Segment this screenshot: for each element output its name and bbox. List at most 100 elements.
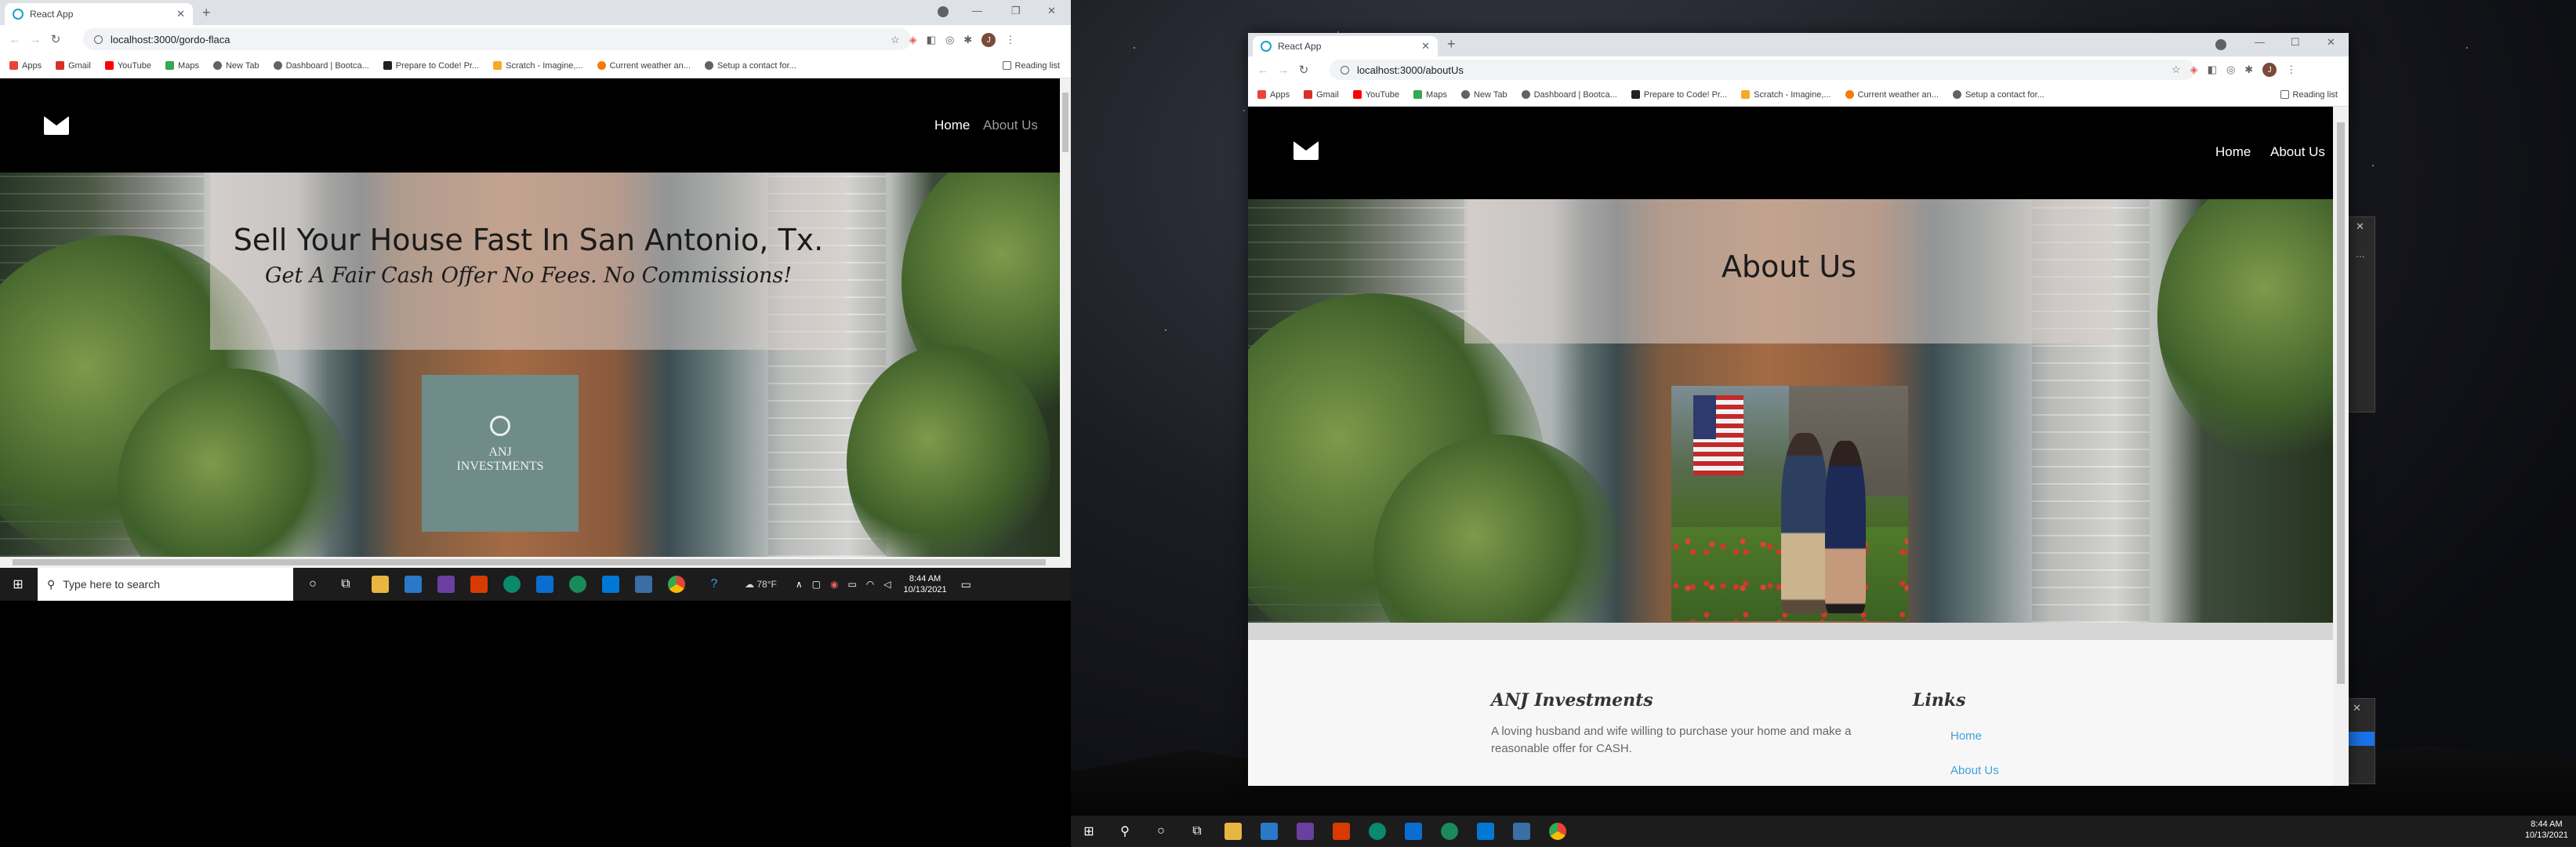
star-icon[interactable]: ☆: [891, 34, 900, 46]
vscode-icon[interactable]: [602, 576, 619, 593]
close-window-icon[interactable]: ✕: [2327, 36, 2335, 49]
bookmark-weather[interactable]: Current weather an...: [1845, 90, 1939, 100]
edge-icon[interactable]: [503, 576, 521, 593]
right-vertical-scrollbar[interactable]: [2333, 107, 2349, 786]
forward-icon[interactable]: →: [25, 33, 45, 46]
bookmark-prepare[interactable]: Prepare to Code! Pr...: [1631, 90, 1727, 100]
scroll-thumb[interactable]: [13, 559, 1046, 565]
bookmark-new-tab[interactable]: New Tab: [1460, 90, 1508, 100]
extension-icon[interactable]: ◧: [927, 34, 936, 46]
right-browser-tab[interactable]: React App ✕: [1253, 36, 1438, 56]
reading-list-button[interactable]: Reading list: [2280, 90, 2338, 100]
extension-gray-icon[interactable]: ◎: [2226, 64, 2235, 76]
menu-dots-icon[interactable]: ⋮: [1005, 34, 1015, 46]
scroll-thumb[interactable]: [1062, 93, 1068, 152]
taskbar-clock[interactable]: 8:44 AM 10/13/2021: [904, 573, 947, 595]
help-icon[interactable]: ?: [706, 576, 723, 593]
office-icon[interactable]: [470, 576, 488, 593]
close-icon[interactable]: ✕: [176, 8, 185, 20]
restore-icon[interactable]: ❐: [1011, 5, 1021, 17]
tray-device-icon[interactable]: ▢: [812, 579, 821, 590]
bookmark-maps[interactable]: Maps: [165, 61, 199, 71]
bookmark-prepare[interactable]: Prepare to Code! Pr...: [383, 61, 479, 71]
chrome-icon[interactable]: [668, 576, 685, 593]
minimize-icon[interactable]: —: [2255, 36, 2265, 48]
nav-about-link[interactable]: About Us: [983, 118, 1038, 133]
close-icon[interactable]: ✕: [2356, 220, 2364, 233]
avatar[interactable]: J: [981, 33, 996, 47]
tray-chevron-icon[interactable]: ∧: [796, 579, 803, 590]
mail-icon[interactable]: [1261, 823, 1278, 840]
notifications-icon[interactable]: ▭: [961, 578, 971, 591]
reload-icon[interactable]: ↻: [45, 32, 66, 46]
windows-start-icon[interactable]: ⊞: [1080, 823, 1098, 840]
reload-icon[interactable]: ↻: [1293, 63, 1314, 77]
bookmark-scratch[interactable]: Scratch - Imagine,...: [1741, 90, 1831, 100]
task-view-icon[interactable]: ⧉: [337, 576, 354, 593]
right-address-bar[interactable]: localhost:3000/aboutUs: [1330, 60, 2195, 80]
edge-icon[interactable]: [1369, 823, 1386, 840]
info-icon[interactable]: [94, 35, 103, 44]
extension-gray-icon[interactable]: ◎: [945, 34, 954, 46]
bookmark-youtube[interactable]: YouTube: [104, 61, 151, 71]
star-icon[interactable]: ☆: [2171, 64, 2181, 76]
plus-icon[interactable]: +: [1447, 36, 1456, 53]
footer-link-about[interactable]: About Us: [1950, 764, 1999, 777]
left-browser-tab[interactable]: React App ✕: [5, 3, 193, 25]
nav-home-link[interactable]: Home: [934, 118, 970, 133]
task-view-icon[interactable]: ⧉: [1188, 823, 1206, 840]
puzzle-icon[interactable]: ✱: [963, 34, 972, 46]
bookmark-apps[interactable]: Apps: [9, 61, 42, 71]
notification-action-button[interactable]: [2345, 732, 2375, 746]
close-icon[interactable]: ✕: [2353, 702, 2361, 714]
bookmark-setup[interactable]: Setup a contact for...: [704, 61, 796, 71]
maximize-icon[interactable]: ☐: [2291, 36, 2300, 49]
reading-list-button[interactable]: Reading list: [1002, 61, 1060, 71]
envelope-icon[interactable]: [44, 116, 69, 135]
photos-icon[interactable]: [1513, 823, 1530, 840]
extension-red-icon[interactable]: ◈: [909, 34, 917, 46]
tray-app-icon[interactable]: ◉: [830, 579, 838, 590]
record-icon[interactable]: [938, 6, 949, 17]
left-address-bar[interactable]: localhost:3000/gordo-flaca: [83, 28, 911, 50]
back-icon[interactable]: ←: [1253, 64, 1273, 77]
menu-dots-icon[interactable]: ⋮: [2286, 64, 2296, 76]
extension-icon[interactable]: ◧: [2208, 64, 2217, 76]
search-icon[interactable]: ⚲: [1116, 823, 1134, 840]
nav-home-link[interactable]: Home: [2215, 144, 2251, 160]
windows-start-icon[interactable]: ⊞: [9, 576, 27, 593]
edge-dev-icon[interactable]: [569, 576, 586, 593]
bookmark-new-tab[interactable]: New Tab: [212, 61, 259, 71]
file-explorer-icon[interactable]: [1225, 823, 1242, 840]
cortana-icon[interactable]: ○: [1152, 823, 1170, 840]
office-icon[interactable]: [1333, 823, 1350, 840]
puzzle-icon[interactable]: ✱: [2244, 64, 2253, 76]
edge-dev-icon[interactable]: [1441, 823, 1458, 840]
battery-icon[interactable]: ▭: [847, 579, 856, 590]
avatar[interactable]: J: [2262, 63, 2277, 77]
bookmark-apps[interactable]: Apps: [1257, 90, 1290, 100]
bookmark-youtube[interactable]: YouTube: [1352, 90, 1399, 100]
bookmark-scratch[interactable]: Scratch - Imagine,...: [493, 61, 583, 71]
bookmark-dashboard[interactable]: Dashboard | Bootca...: [1521, 90, 1617, 100]
store-icon[interactable]: [1405, 823, 1422, 840]
bookmark-dashboard[interactable]: Dashboard | Bootca...: [273, 61, 369, 71]
forward-icon[interactable]: →: [1273, 64, 1293, 77]
left-vertical-scrollbar[interactable]: [1060, 78, 1071, 557]
slack-icon[interactable]: [1297, 823, 1314, 840]
mail-icon[interactable]: [405, 576, 422, 593]
record-icon[interactable]: [2215, 39, 2226, 50]
bookmark-maps[interactable]: Maps: [1413, 90, 1447, 100]
close-window-icon[interactable]: ✕: [1047, 5, 1056, 17]
vscode-icon[interactable]: [1477, 823, 1494, 840]
close-icon[interactable]: ✕: [1421, 40, 1430, 53]
extension-red-icon[interactable]: ◈: [2190, 64, 2198, 76]
chrome-icon[interactable]: [1549, 823, 1566, 840]
envelope-icon[interactable]: [1293, 141, 1319, 160]
info-icon[interactable]: [1341, 65, 1349, 75]
more-icon[interactable]: …: [2356, 249, 2365, 260]
plus-icon[interactable]: +: [202, 5, 211, 21]
store-icon[interactable]: [536, 576, 553, 593]
minimize-icon[interactable]: —: [972, 5, 982, 16]
file-explorer-icon[interactable]: [372, 576, 389, 593]
